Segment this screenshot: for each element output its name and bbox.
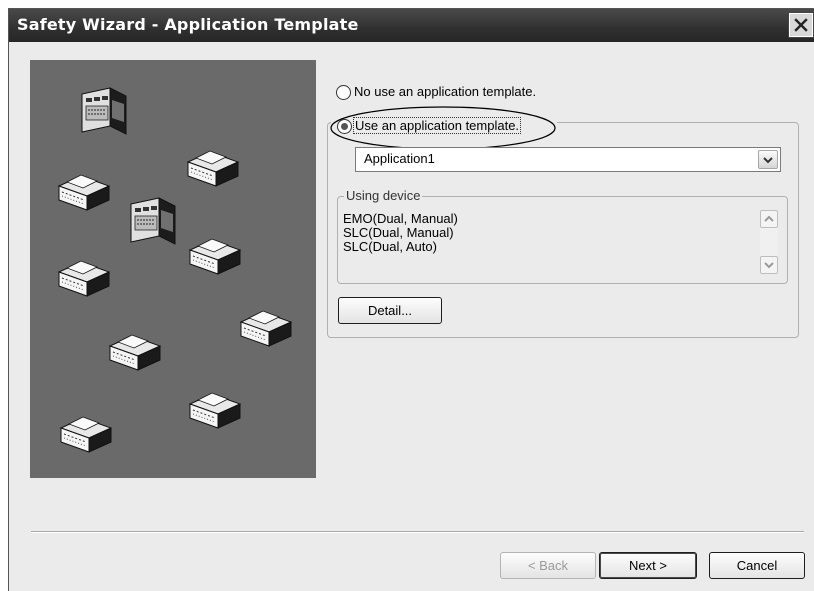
title-bar[interactable]: Safety Wizard - Application Template bbox=[9, 9, 814, 42]
template-select-value: Application1 bbox=[364, 151, 435, 166]
chevron-down-icon bbox=[763, 156, 773, 163]
template-select[interactable]: Application1 bbox=[355, 147, 781, 172]
chevron-down-icon bbox=[764, 262, 774, 269]
safety-device-icon bbox=[60, 416, 112, 453]
use-template-label[interactable]: Use an application template. bbox=[352, 117, 522, 134]
device-illustration bbox=[30, 60, 316, 478]
close-button[interactable] bbox=[789, 13, 813, 37]
list-item: SLC(Dual, Manual) bbox=[343, 225, 454, 240]
controller-icon bbox=[130, 197, 176, 245]
safety-device-icon bbox=[58, 174, 110, 211]
use-template-radio[interactable] bbox=[337, 119, 352, 134]
no-template-radio[interactable] bbox=[336, 85, 351, 100]
safety-device-icon bbox=[240, 310, 292, 347]
using-device-legend: Using device bbox=[344, 188, 423, 203]
scroll-down-button[interactable] bbox=[760, 256, 778, 274]
device-diagram bbox=[58, 87, 292, 453]
safety-device-icon bbox=[109, 334, 161, 371]
safety-wizard-window: Safety Wizard - Application Template No … bbox=[8, 8, 814, 591]
controller-icon bbox=[81, 87, 127, 135]
dropdown-button[interactable] bbox=[758, 150, 778, 169]
list-item: EMO(Dual, Manual) bbox=[343, 211, 458, 226]
detail-button[interactable]: Detail... bbox=[338, 297, 442, 324]
safety-device-icon bbox=[189, 392, 241, 429]
safety-device-icon bbox=[58, 260, 110, 297]
device-list-scrollbar[interactable] bbox=[760, 210, 778, 274]
using-device-list: EMO(Dual, Manual) SLC(Dual, Manual) SLC(… bbox=[343, 212, 458, 254]
no-template-label[interactable]: No use an application template. bbox=[354, 84, 536, 99]
chevron-up-icon bbox=[764, 215, 774, 222]
safety-device-icon bbox=[187, 150, 239, 187]
list-item: SLC(Dual, Auto) bbox=[343, 239, 437, 254]
cancel-button[interactable]: Cancel bbox=[709, 552, 805, 579]
next-button[interactable]: Next > bbox=[599, 552, 697, 579]
back-button[interactable]: < Back bbox=[500, 552, 596, 579]
window-title: Safety Wizard - Application Template bbox=[17, 15, 359, 34]
close-icon bbox=[794, 18, 808, 32]
scroll-up-button[interactable] bbox=[760, 210, 778, 228]
safety-device-icon bbox=[189, 238, 241, 275]
footer-separator bbox=[31, 531, 804, 533]
